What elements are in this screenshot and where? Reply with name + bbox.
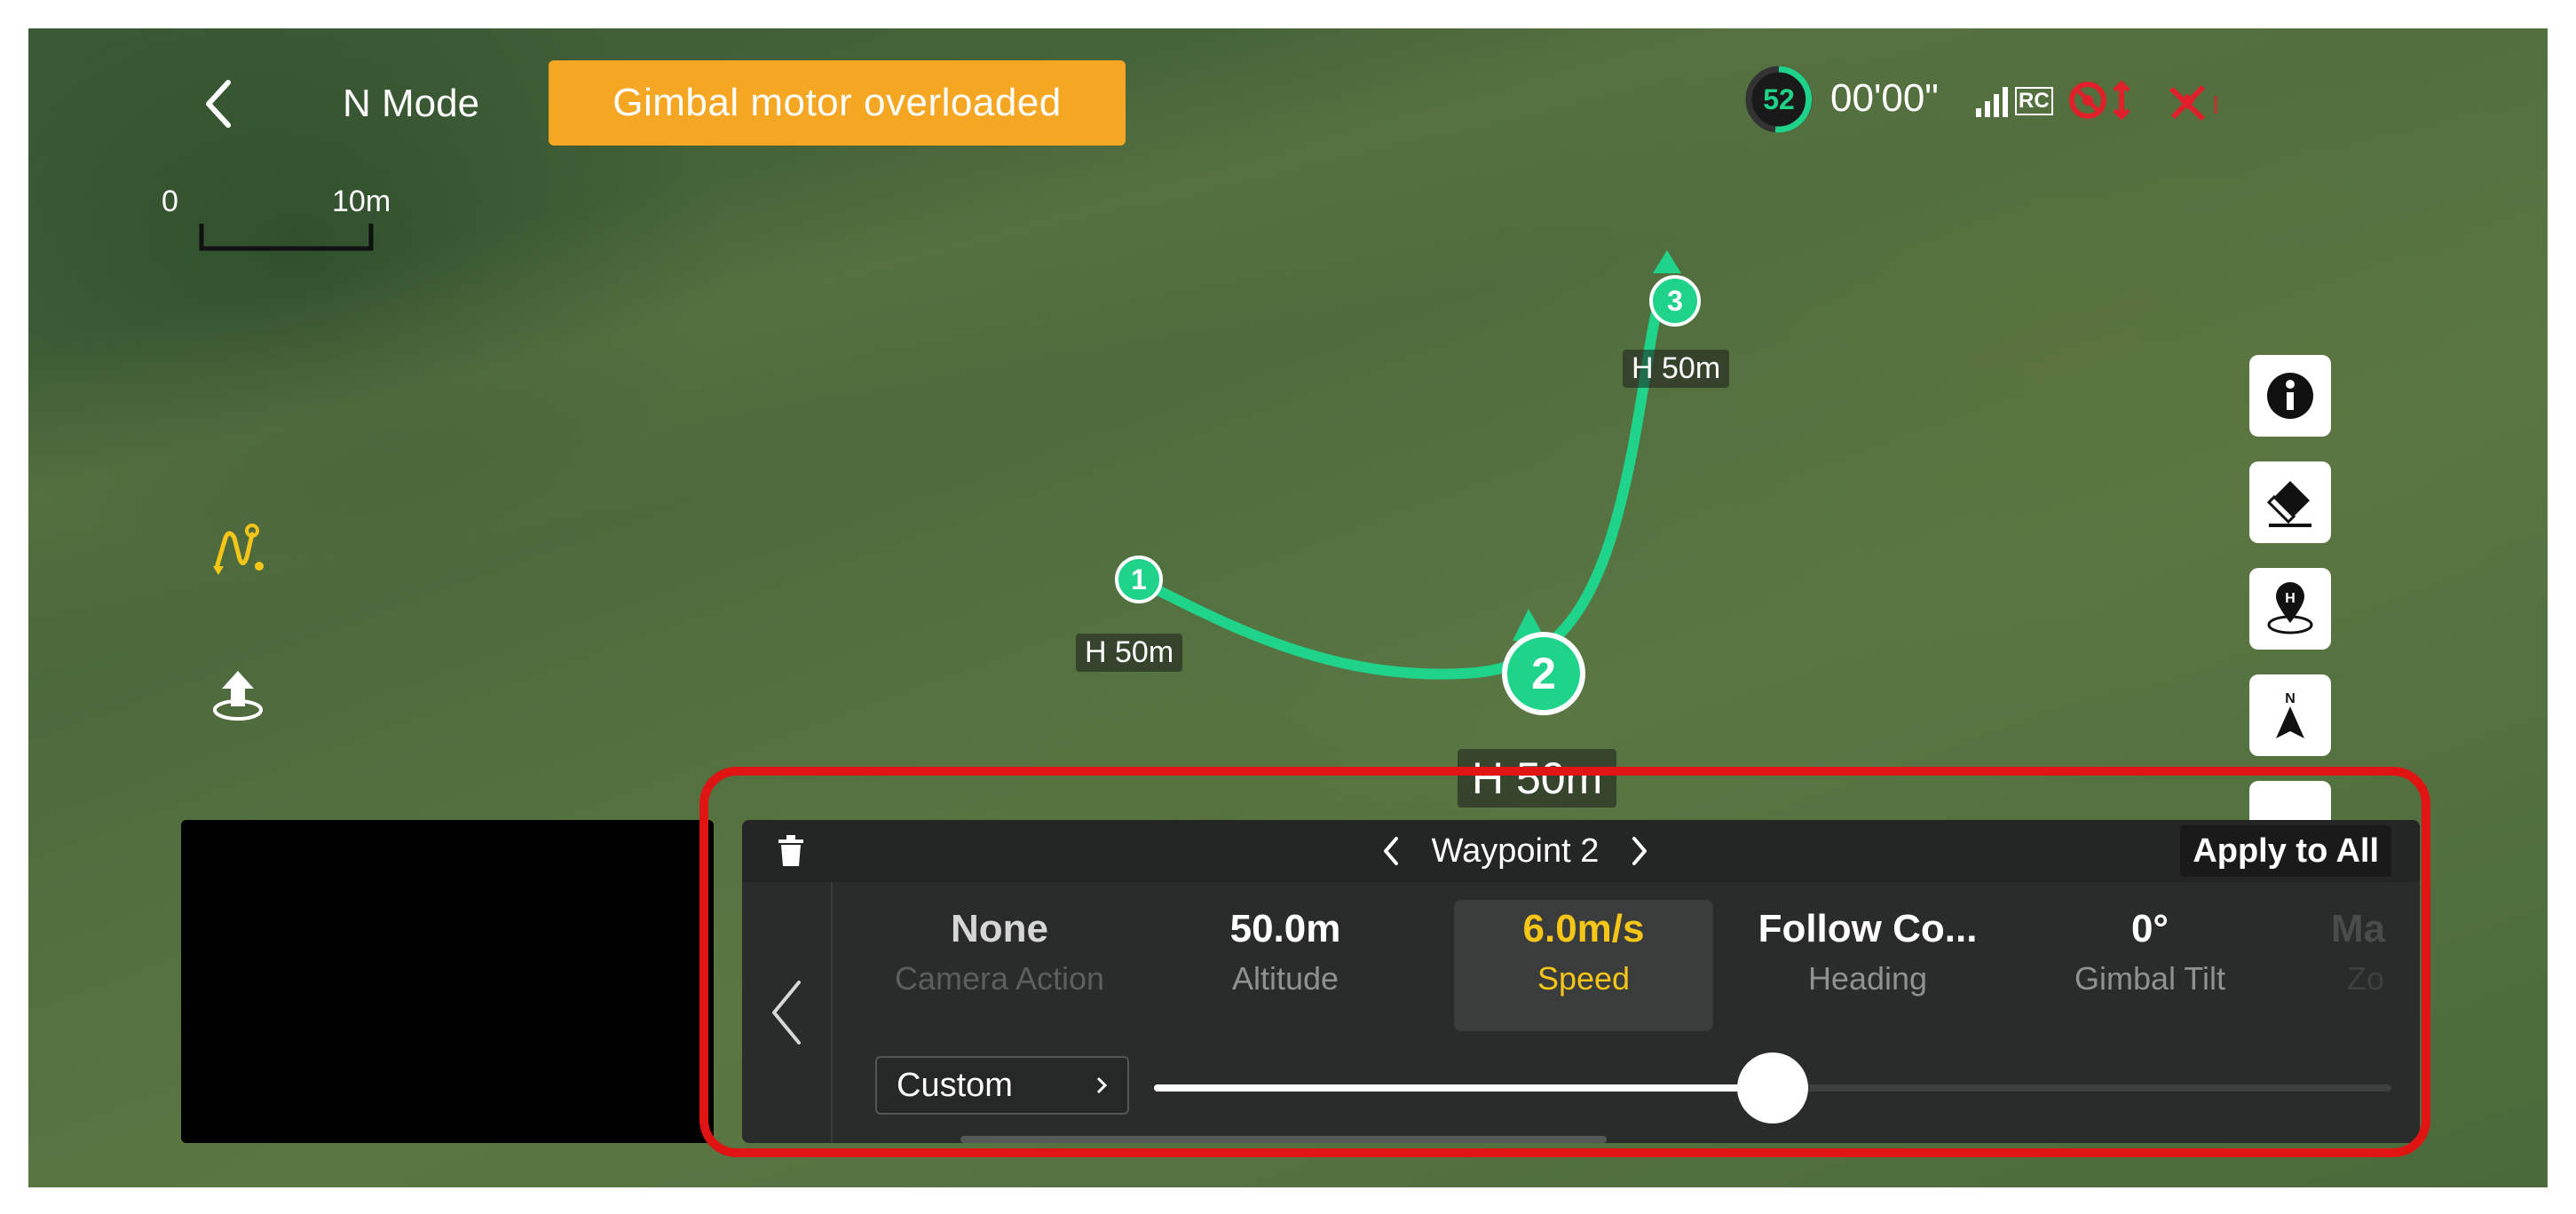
erase-button[interactable]: [2249, 461, 2331, 543]
waypoint-3[interactable]: 3: [1649, 275, 1701, 327]
gps-status[interactable]: [2166, 80, 2237, 124]
waypoint-2[interactable]: 2: [1502, 632, 1585, 715]
battery-percent: 52: [1763, 83, 1795, 115]
signal-bars-icon: [1976, 87, 2008, 117]
upload-takeoff-icon: [213, 671, 263, 721]
waypoint-3-height: H 50m: [1623, 350, 1730, 388]
scale-end: 10m: [332, 185, 391, 218]
waypoint-1[interactable]: 1: [1115, 556, 1163, 603]
map-scale: 0 10m: [162, 185, 392, 273]
scale-bar-icon: [199, 224, 374, 251]
signal-label: RC: [2015, 87, 2053, 115]
back-button[interactable]: [188, 73, 250, 135]
waypoint-2-number: 2: [1531, 649, 1556, 698]
warning-text: Gimbal motor overloaded: [612, 81, 1062, 124]
eraser-icon: [2266, 481, 2311, 527]
obstacle-off-icon: [2069, 80, 2130, 121]
home-point-icon: H: [2267, 582, 2313, 635]
signal-indicator: RC: [1974, 82, 2054, 121]
info-icon: [2267, 373, 2313, 419]
takeoff-button[interactable]: [202, 660, 273, 731]
obstacle-avoidance-status[interactable]: [2068, 78, 2148, 122]
waypoint-3-number: 3: [1667, 284, 1683, 317]
waypoint-3-heading-marker: [1653, 250, 1681, 273]
satellite-off-icon: [2169, 84, 2217, 122]
compass-north-icon: N: [2276, 691, 2304, 738]
waypoint-1-number: 1: [1131, 563, 1147, 595]
chevron-left-icon: [206, 80, 231, 128]
info-button[interactable]: [2249, 355, 2331, 437]
battery-indicator: 52: [1743, 64, 1814, 135]
home-letter: H: [2285, 591, 2295, 606]
compass-letter: N: [2285, 691, 2295, 706]
waypoint-1-height: H 50m: [1076, 634, 1183, 672]
route-path-icon: [213, 524, 264, 575]
highlight-outline: [699, 767, 2430, 1157]
flight-mode-label: N Mode: [343, 82, 480, 125]
camera-preview[interactable]: [181, 820, 714, 1143]
warning-banner[interactable]: Gimbal motor overloaded: [549, 60, 1126, 146]
home-point-button[interactable]: H: [2249, 568, 2331, 650]
flight-time: 00'00": [1830, 76, 1939, 120]
route-mode-button[interactable]: [202, 513, 273, 584]
route-path: [1122, 289, 1672, 680]
scale-start: 0: [162, 185, 178, 218]
compass-button[interactable]: N: [2249, 674, 2331, 756]
